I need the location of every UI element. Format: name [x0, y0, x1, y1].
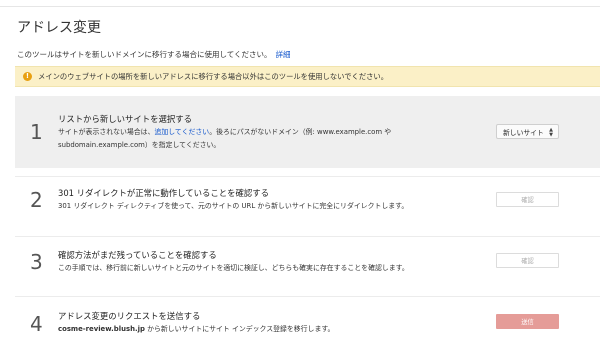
step-desc-text: subdomain.example.com）を指定してください。: [58, 140, 221, 149]
step-desc-text: サイトが表示されない場合は、: [58, 128, 155, 136]
intro-description: このツールはサイトを新しいドメインに移行する場合に使用してください。: [17, 50, 272, 59]
details-link[interactable]: 詳細: [276, 50, 291, 59]
step-description: サイトが表示されない場合は、追加してください。後ろにパスがないドメイン（例: w…: [58, 126, 391, 151]
step-number: 1: [30, 120, 43, 144]
verify-redirect-button[interactable]: 確認: [496, 192, 559, 207]
step-number: 4: [30, 312, 43, 336]
step-3: 3 確認方法がまだ残っていることを確認する この手順では、移行前に新しいサイトと…: [15, 236, 600, 291]
step-title: 確認方法がまだ残っていることを確認する: [58, 250, 217, 260]
step-number: 3: [30, 250, 43, 274]
step-title: リストから新しいサイトを選択する: [58, 114, 192, 124]
site-domain: cosme-review.blush.jp: [58, 325, 145, 333]
warning-text: メインのウェブサイトの場所を新しいアドレスに移行する場合以外はこのツールを使用し…: [38, 71, 389, 81]
step-title: 301 リダイレクトが正常に動作していることを確認する: [58, 188, 270, 198]
add-site-link[interactable]: 追加してください: [154, 128, 209, 136]
send-request-button[interactable]: 送信: [496, 314, 559, 329]
verify-method-button[interactable]: 確認: [496, 253, 559, 268]
step-number: 2: [30, 188, 43, 212]
step-4: 4 アドレス変更のリクエストを送信する cosme-review.blush.j…: [15, 296, 600, 354]
step-desc-text: 。後ろにパスがないドメイン（例: www.example.com や: [209, 128, 392, 136]
step-title: アドレス変更のリクエストを送信する: [58, 311, 201, 321]
intro-text: このツールはサイトを新しいドメインに移行する場合に使用してください。 詳細: [17, 49, 291, 60]
top-divider: [0, 6, 600, 7]
step-desc-text: から新しいサイトにサイト インデックス登録を移行します。: [144, 325, 335, 333]
step-1: 1 リストから新しいサイトを選択する サイトが表示されない場合は、追加してくださ…: [15, 96, 600, 168]
page-title: アドレス変更: [17, 20, 101, 36]
new-site-select[interactable]: 新しいサイト ▲ ▼: [496, 124, 559, 139]
step-description: この手順では、移行前に新しいサイトと元のサイトを適切に検証し、どちらも確実に存在…: [58, 264, 409, 272]
step-2: 2 301 リダイレクトが正常に動作していることを確認する 301 リダイレクト…: [15, 176, 600, 231]
select-arrows-icon: ▲ ▼: [549, 127, 553, 138]
warning-banner: ! メインのウェブサイトの場所を新しいアドレスに移行する場合以外はこのツールを使…: [15, 66, 600, 87]
step-description: cosme-review.blush.jp から新しいサイトにサイト インデック…: [58, 323, 334, 336]
warning-icon: !: [23, 72, 32, 81]
select-value: 新しいサイト: [503, 128, 544, 137]
step-description: 301 リダイレクト ディレクティブを使って、元のサイトの URL から新しいサ…: [58, 202, 409, 210]
